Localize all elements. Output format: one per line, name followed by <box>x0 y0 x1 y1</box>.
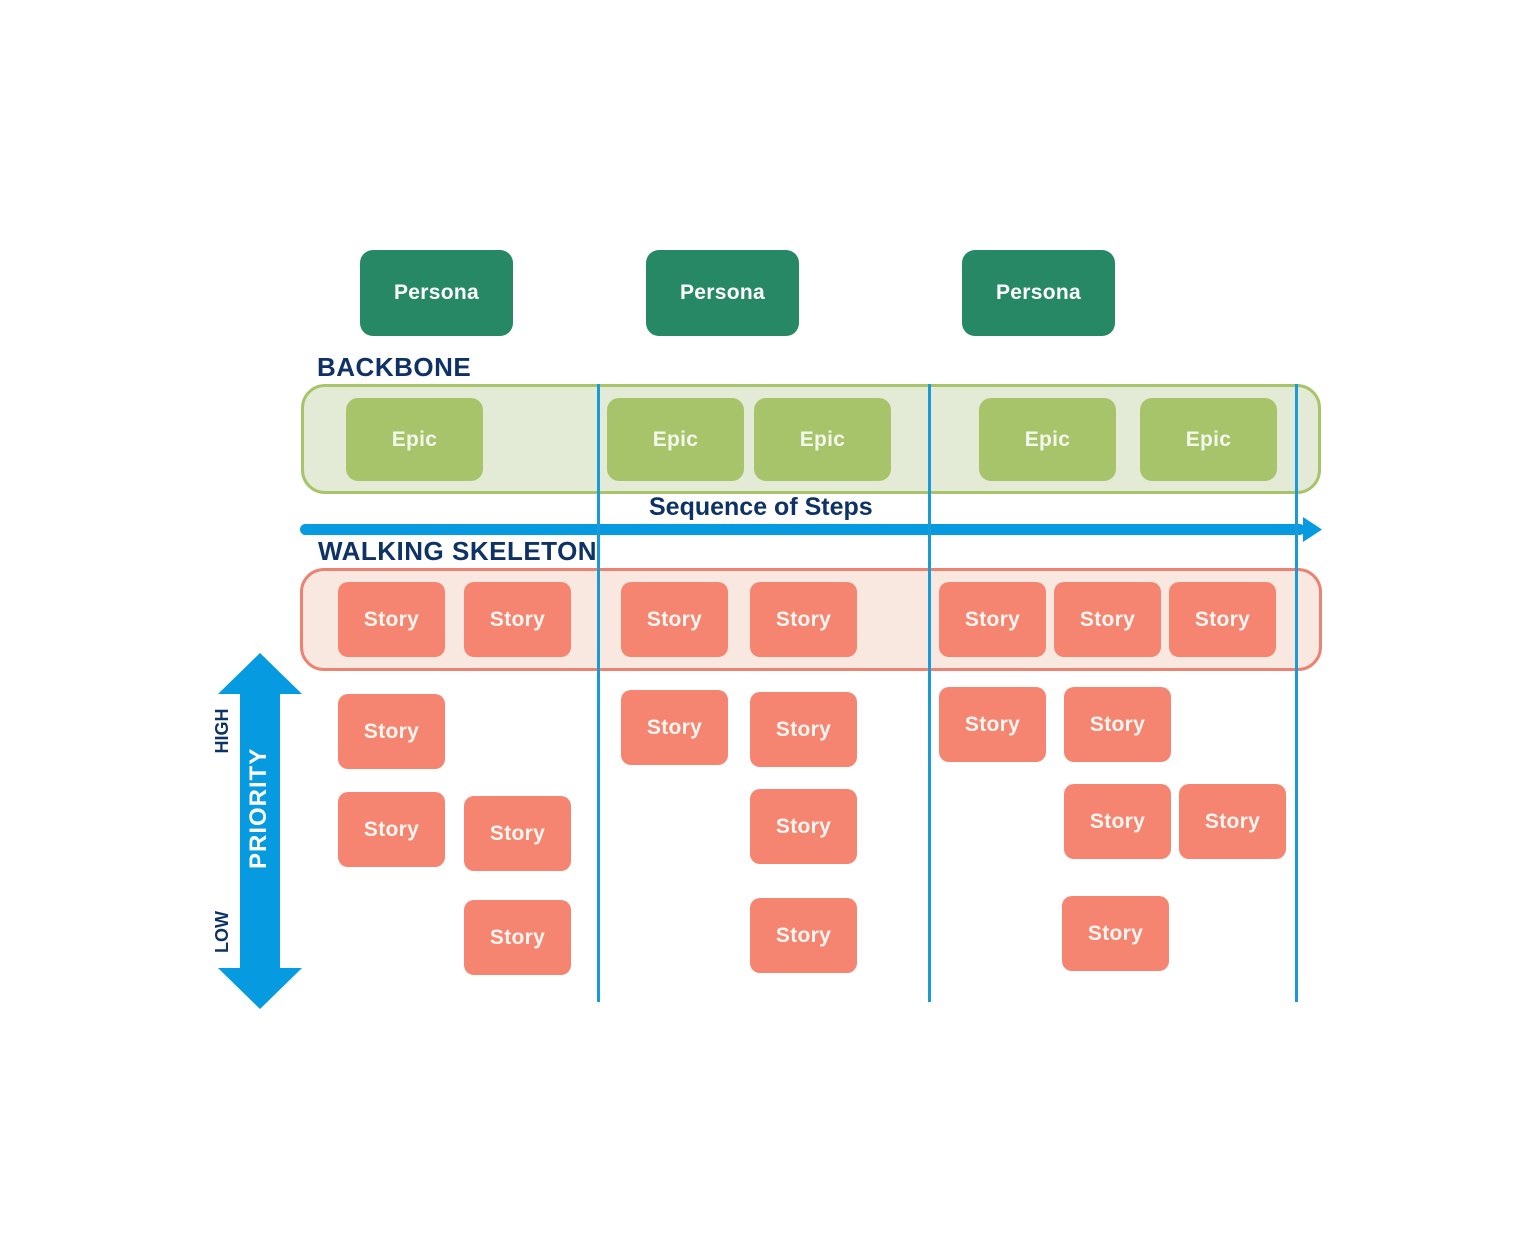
story-label: Story <box>1079 607 1136 631</box>
story-label: Story <box>646 607 703 631</box>
story-label: Story <box>1204 809 1261 833</box>
story-label: Story <box>363 817 420 841</box>
persona-card-2[interactable]: Persona <box>646 250 799 336</box>
epic-label: Epic <box>1024 427 1071 451</box>
skeleton-story-card-2[interactable]: Story <box>464 582 571 657</box>
backlog-story-card-10[interactable]: Story <box>1064 687 1171 762</box>
story-label: Story <box>1089 712 1146 736</box>
epic-card-1[interactable]: Epic <box>346 398 483 481</box>
column-divider-3-overlay <box>1295 384 1298 494</box>
backlog-story-card-13[interactable]: Story <box>1062 896 1169 971</box>
backlog-story-card-12[interactable]: Story <box>1179 784 1286 859</box>
story-label: Story <box>775 607 832 631</box>
column-divider-2-overlay <box>928 384 931 494</box>
backbone-title: BACKBONE <box>317 352 472 382</box>
story-label: Story <box>363 719 420 743</box>
story-label: Story <box>363 607 420 631</box>
epic-label: Epic <box>1185 427 1232 451</box>
story-label: Story <box>646 715 703 739</box>
epic-card-4[interactable]: Epic <box>979 398 1116 481</box>
priority-high-label: HIGH <box>212 708 232 754</box>
story-label: Story <box>1089 809 1146 833</box>
persona-card-3[interactable]: Persona <box>962 250 1115 336</box>
backlog-story-card-6[interactable]: Story <box>750 692 857 767</box>
walking-skeleton-title: WALKING SKELETON <box>318 536 598 566</box>
epic-label: Epic <box>391 427 438 451</box>
backlog-story-card-8[interactable]: Story <box>750 898 857 973</box>
persona-label: Persona <box>996 281 1081 304</box>
column-divider-2-arrow <box>928 494 931 568</box>
story-label: Story <box>775 814 832 838</box>
skeleton-story-card-4[interactable]: Story <box>750 582 857 657</box>
column-divider-2-skeleton <box>928 568 931 671</box>
backlog-story-card-7[interactable]: Story <box>750 789 857 864</box>
persona-label: Persona <box>394 281 479 304</box>
story-label: Story <box>964 607 1021 631</box>
column-divider-1-arrow <box>597 494 600 568</box>
backlog-story-card-3[interactable]: Story <box>464 796 571 871</box>
skeleton-story-card-5[interactable]: Story <box>939 582 1046 657</box>
column-divider-1-skeleton <box>597 568 600 671</box>
skeleton-story-card-1[interactable]: Story <box>338 582 445 657</box>
epic-card-5[interactable]: Epic <box>1140 398 1277 481</box>
story-label: Story <box>964 712 1021 736</box>
priority-label: PRIORITY <box>245 747 272 869</box>
story-label: Story <box>775 923 832 947</box>
skeleton-story-card-7[interactable]: Story <box>1169 582 1276 657</box>
persona-label: Persona <box>680 281 765 304</box>
column-divider-3-skeleton <box>1295 568 1298 671</box>
backlog-story-card-11[interactable]: Story <box>1064 784 1171 859</box>
backlog-story-card-9[interactable]: Story <box>939 687 1046 762</box>
backlog-story-card-1[interactable]: Story <box>338 694 445 769</box>
skeleton-story-card-6[interactable]: Story <box>1054 582 1161 657</box>
epic-label: Epic <box>652 427 699 451</box>
skeleton-story-card-3[interactable]: Story <box>621 582 728 657</box>
priority-low-label: LOW <box>212 911 232 953</box>
column-divider-3-arrow <box>1295 494 1298 568</box>
epic-card-3[interactable]: Epic <box>754 398 891 481</box>
epic-label: Epic <box>799 427 846 451</box>
backlog-story-card-5[interactable]: Story <box>621 690 728 765</box>
story-label: Story <box>489 607 546 631</box>
backlog-story-card-4[interactable]: Story <box>464 900 571 975</box>
story-label: Story <box>1194 607 1251 631</box>
story-label: Story <box>489 925 546 949</box>
column-divider-1-overlay <box>597 384 600 494</box>
story-label: Story <box>489 821 546 845</box>
persona-card-1[interactable]: Persona <box>360 250 513 336</box>
story-label: Story <box>1087 921 1144 945</box>
backlog-story-card-2[interactable]: Story <box>338 792 445 867</box>
story-label: Story <box>775 717 832 741</box>
epic-card-2[interactable]: Epic <box>607 398 744 481</box>
